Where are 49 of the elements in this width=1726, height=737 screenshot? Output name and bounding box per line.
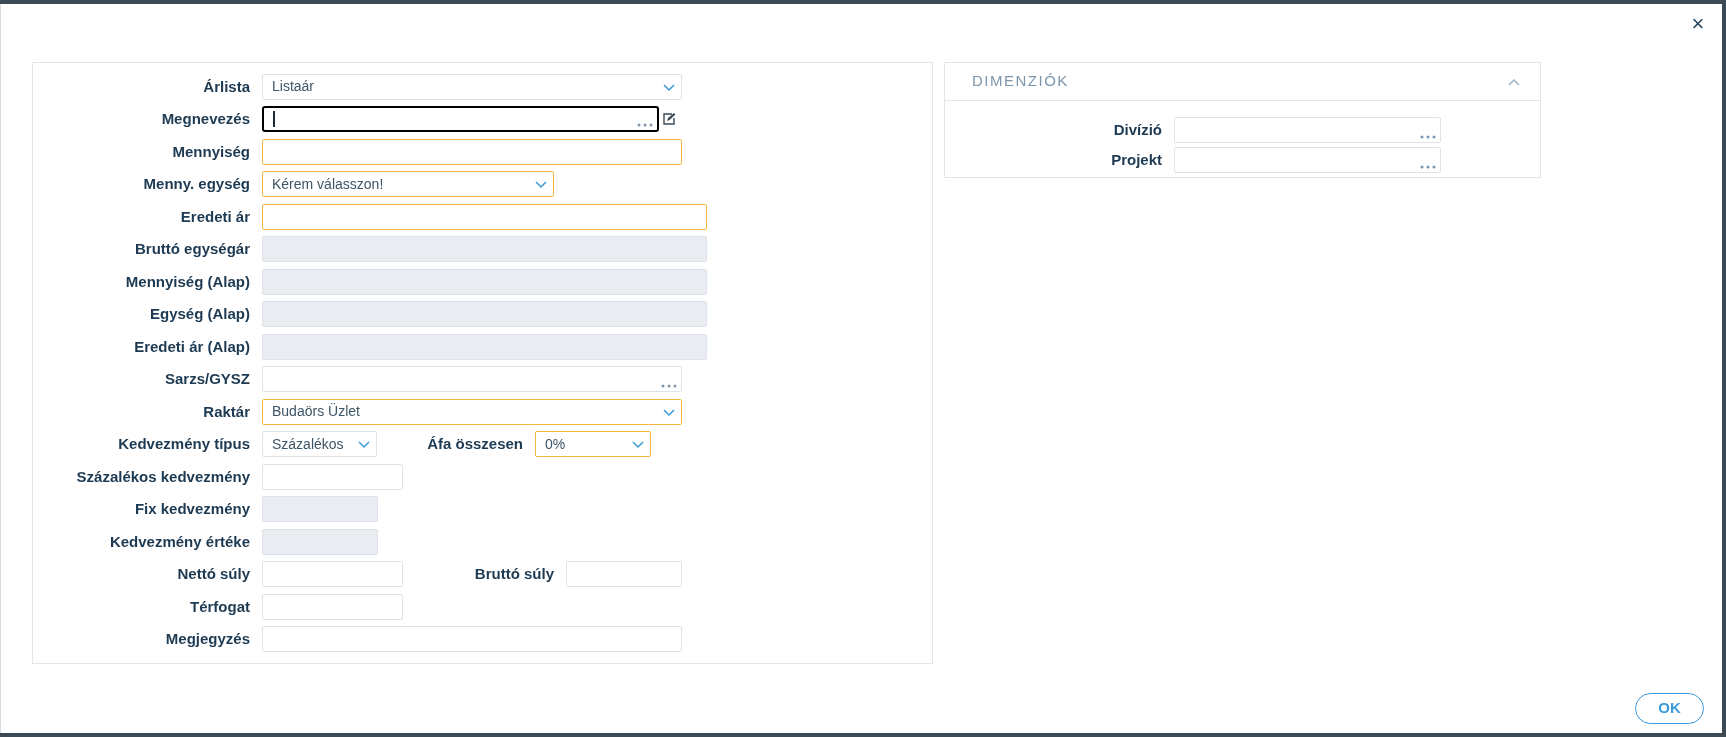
field-label: Bruttó egységár [133,239,251,259]
input-field[interactable] [262,593,403,620]
edit-icon[interactable] [662,112,676,127]
field-label: Sarzs/GYSZ [163,369,251,389]
field-label: Megjegyzés [164,629,251,649]
field-label: Divízió [1112,119,1163,140]
input-field[interactable] [262,138,682,165]
dropdown[interactable]: 0% [535,431,651,458]
field-label: Fix kedvezmény [133,499,251,519]
close-button[interactable]: × [1686,12,1710,36]
field-label: Eredeti ár [179,206,251,227]
field-label: Kedvezmény értéke [108,531,251,552]
dropdown[interactable]: Százalékos [262,431,377,458]
input-field[interactable] [262,626,682,653]
more-icon [1420,135,1436,139]
field-label: Nettó súly [176,564,251,584]
chevron-down-icon [663,408,675,417]
more-icon [637,123,653,128]
field-label: Egység (Alap) [148,304,251,324]
more-icon [1420,165,1436,169]
lookup-field[interactable] [262,106,659,133]
input-field[interactable] [262,203,707,230]
field-label: Raktár [202,401,251,422]
field-label: Százalékos kedvezmény [75,466,251,487]
chevron-down-icon [358,441,370,450]
more-icon [661,384,677,389]
dropdown[interactable]: Kérem válasszon! [262,171,554,198]
text-cursor [273,111,275,128]
field-label: Térfogat [189,596,251,617]
panel-title: DIMENZIÓK [972,71,1069,92]
field-label: Eredeti ár (Alap) [133,336,251,357]
field-label: Mennyiség (Alap) [124,271,251,292]
input-field[interactable] [566,561,682,588]
chevron-up-icon[interactable] [1508,77,1520,86]
field-label: Megnevezés [160,109,251,129]
field-label: Árlista [202,76,251,97]
chevron-down-icon [632,441,644,450]
input-field[interactable] [262,463,403,490]
field-label: Projekt [1110,149,1163,170]
field-label: Áfa összesen [426,434,524,454]
input-field[interactable] [262,561,403,588]
field-label: Mennyiség [171,141,251,162]
field-label: Bruttó súly [473,564,555,584]
field-label: Kedvezmény típus [117,434,251,454]
chevron-down-icon [663,83,675,92]
dropdown[interactable]: Listaár [262,73,682,100]
dropdown[interactable]: Budaörs Üzlet [262,398,682,425]
field-label: Menny. egység [142,174,251,194]
chevron-down-icon [535,181,547,190]
